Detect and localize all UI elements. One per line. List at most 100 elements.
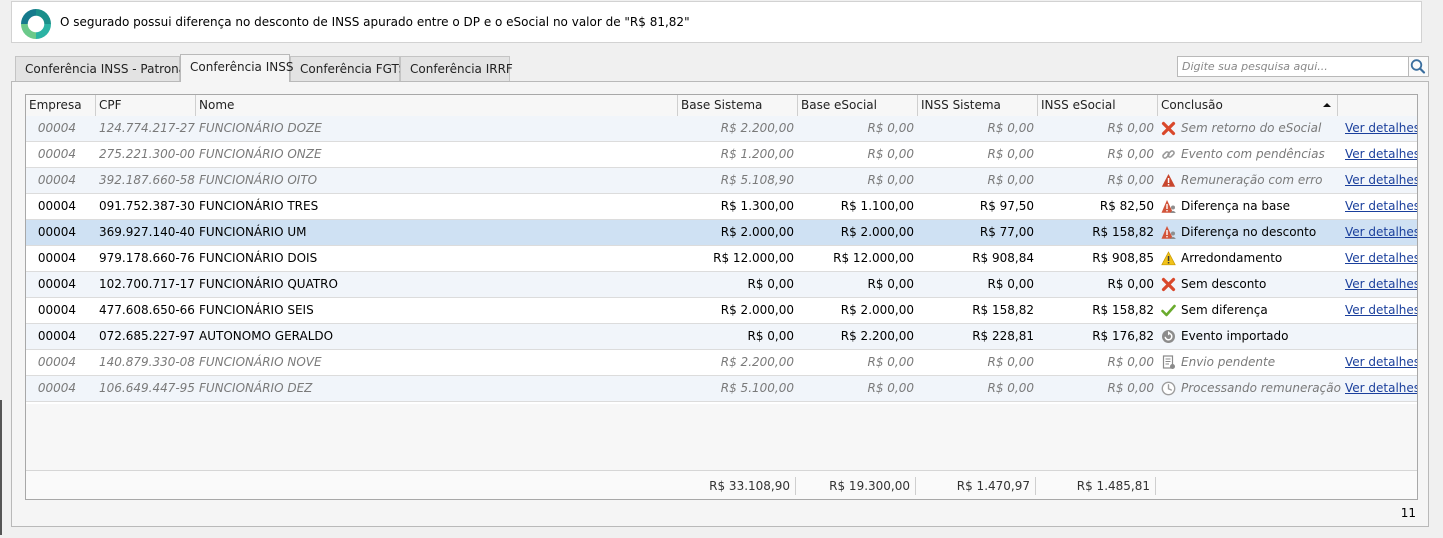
red-warning-icon [1161,173,1176,188]
col-header-nome[interactable]: Nome [196,95,678,116]
table-row[interactable]: 00004 477.608.650-66 FUNCIONÁRIO SEIS R$ 2.… [26,298,1417,324]
table-row[interactable]: 00004 140.879.330-08 FUNCIONÁRIO NOVE R$ 2.… [26,350,1417,376]
tab-conferencia-fgts[interactable]: Conferência FGTS [290,56,406,81]
total-base-sistema: R$ 33.108,90 [678,477,796,495]
cell-empresa: 00004 [37,251,76,265]
cell-base-sistema: R$ 2.000,00 [720,225,794,239]
cell-empresa: 00004 [37,147,76,161]
banner-message: O segurado possui diferença no desconto … [60,15,690,29]
cell-nome: FUNCIONÁRIO DOIS [199,251,318,265]
warning-person-icon [1161,199,1176,214]
cell-nome: FUNCIONÁRIO TRES [199,199,319,213]
cell-empresa: 00004 [37,329,76,343]
search-icon [1410,59,1426,74]
cell-base-sistema: R$ 0,00 [747,277,794,291]
cell-base-sistema: R$ 5.100,00 [720,381,794,395]
table-row[interactable]: 00004 979.178.660-76 FUNCIONÁRIO DOIS R$ 12… [26,246,1417,272]
cell-cpf: 106.649.447-95 [99,381,195,395]
total-inss-esocial: R$ 1.485,81 [1038,477,1156,495]
cell-nome: FUNCIONÁRIO SEIS [199,303,314,317]
app-logo-icon [21,9,51,39]
search-input[interactable] [1178,57,1406,76]
table-row[interactable]: 00004 106.649.447-95 FUNCIONÁRIO DEZ R$ 5.1… [26,376,1417,402]
cell-base-esocial: R$ 2.000,00 [840,303,914,317]
red-x-icon [1161,121,1176,136]
cell-base-esocial: R$ 0,00 [867,277,914,291]
ver-detalhes-link[interactable]: Ver detalhes [1345,142,1417,167]
cell-conclusao: Processando remuneração [1181,381,1341,395]
cell-base-sistema: R$ 2.200,00 [720,121,794,135]
cell-cpf: 124.774.217-27 [99,121,195,135]
col-header-cpf[interactable]: CPF [96,95,196,116]
cell-empresa: 00004 [37,225,76,239]
cell-inss-sistema: R$ 0,00 [987,355,1034,369]
cell-conclusao: Remuneração com erro [1181,173,1323,187]
ver-detalhes-link[interactable]: Ver detalhes [1345,194,1417,219]
cell-inss-esocial: R$ 176,82 [1092,329,1154,343]
ver-detalhes-link[interactable]: Ver detalhes [1345,168,1417,193]
total-base-esocial: R$ 19.300,00 [798,477,916,495]
ver-detalhes-link[interactable]: Ver detalhes [1345,298,1417,323]
ver-detalhes-link[interactable]: Ver detalhes [1345,272,1417,297]
grid-totals-footer: R$ 33.108,90 R$ 19.300,00 R$ 1.470,97 R$… [26,470,1417,499]
tab-conferencia-inss[interactable]: Conferência INSS [180,54,293,82]
cell-inss-sistema: R$ 908,84 [972,251,1034,265]
table-row[interactable]: 00004 091.752.387-30 FUNCIONÁRIO TRES R$ 1.… [26,194,1417,220]
warning-person-icon [1161,225,1176,240]
tab-conferencia-irrf[interactable]: Conferência IRRF [400,56,513,81]
document-icon [1161,355,1176,370]
cell-inss-sistema: R$ 0,00 [987,381,1034,395]
cell-base-esocial: R$ 1.100,00 [840,199,914,213]
cell-cpf: 369.927.140-40 [99,225,195,239]
cell-cpf: 275.221.300-00 [99,147,195,161]
col-header-base-esocial[interactable]: Base eSocial [798,95,918,116]
col-header-conclusao[interactable]: Conclusão [1158,95,1338,116]
grid-empty-area [26,404,1417,470]
cell-base-esocial: R$ 12.000,00 [833,251,914,265]
col-header-empresa[interactable]: Empresa [26,95,96,116]
col-header-inss-esocial[interactable]: INSS eSocial [1038,95,1158,116]
ver-detalhes-link[interactable]: Ver detalhes [1345,116,1417,141]
cell-nome: AUTONOMO GERALDO [199,329,334,343]
cell-inss-esocial: R$ 82,50 [1099,199,1154,213]
cell-base-esocial: R$ 0,00 [867,173,914,187]
ver-detalhes-link[interactable]: Ver detalhes [1345,220,1417,245]
table-row[interactable]: 00004 392.187.660-58 FUNCIONÁRIO OITO R$ 5.… [26,168,1417,194]
cell-empresa: 00004 [37,199,76,213]
cell-nome: FUNCIONÁRIO OITO [199,173,318,187]
cell-conclusao: Sem retorno do eSocial [1181,121,1322,135]
cell-inss-sistema: R$ 0,00 [987,121,1034,135]
cell-base-sistema: R$ 1.200,00 [720,147,794,161]
cell-nome: FUNCIONÁRIO NOVE [199,355,322,369]
table-row[interactable]: 00004 124.774.217-27 FUNCIONÁRIO DOZE R$ 2.… [26,116,1417,142]
cell-empresa: 00004 [37,381,76,395]
col-header-base-sistema[interactable]: Base Sistema [678,95,798,116]
cell-empresa: 00004 [37,121,76,135]
col-header-inss-sistema[interactable]: INSS Sistema [918,95,1038,116]
cell-base-esocial: R$ 0,00 [867,355,914,369]
table-row[interactable]: 00004 275.221.300-00 FUNCIONÁRIO ONZE R$ 1.… [26,142,1417,168]
cell-base-sistema: R$ 12.000,00 [713,251,794,265]
tab-conferencia-inss-patronal[interactable]: Conferência INSS - Patronal [15,56,189,81]
cell-empresa: 00004 [37,303,76,317]
chain-link-icon [1161,147,1176,162]
record-count: 11 [1400,506,1416,520]
cell-base-esocial: R$ 0,00 [867,381,914,395]
cell-base-sistema: R$ 2.000,00 [720,303,794,317]
table-row[interactable]: 00004 102.700.717-17 FUNCIONÁRIO QUATRO R$ … [26,272,1417,298]
total-inss-sistema: R$ 1.470,97 [918,477,1036,495]
cell-empresa: 00004 [37,277,76,291]
ver-detalhes-link[interactable]: Ver detalhes [1345,376,1417,401]
table-row[interactable]: 00004 072.685.227-97 AUTONOMO GERALDO R$ 0,… [26,324,1417,350]
cell-inss-esocial: R$ 158,82 [1092,225,1154,239]
info-banner: O segurado possui diferença no desconto … [11,1,1422,43]
cell-nome: FUNCIONÁRIO UM [199,225,307,239]
cell-conclusao: Envio pendente [1181,355,1276,369]
cell-cpf: 091.752.387-30 [99,199,195,213]
window-edge [0,400,2,535]
cell-base-esocial: R$ 0,00 [867,147,914,161]
search-button[interactable] [1409,56,1429,77]
table-row[interactable]: 00004 369.927.140-40 FUNCIONÁRIO UM R$ 2.00… [26,220,1417,246]
ver-detalhes-link[interactable]: Ver detalhes [1345,350,1417,375]
ver-detalhes-link[interactable]: Ver detalhes [1345,246,1417,271]
